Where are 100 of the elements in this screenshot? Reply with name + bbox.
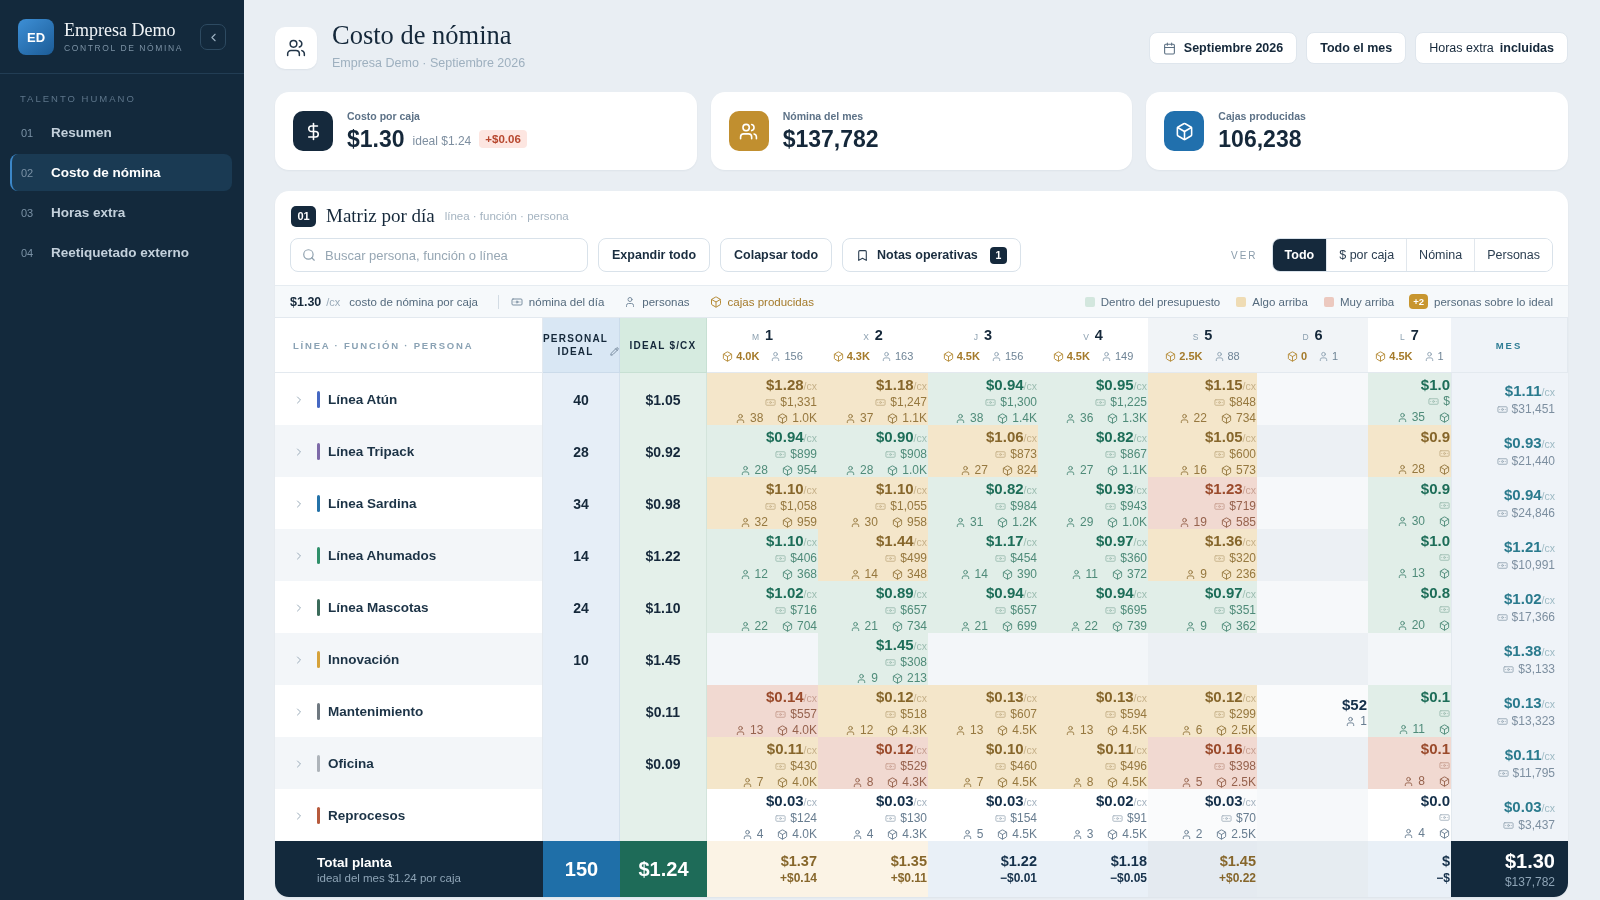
box-icon bbox=[891, 620, 903, 632]
person-icon bbox=[856, 672, 868, 684]
box-icon bbox=[1107, 516, 1119, 528]
person-icon bbox=[739, 620, 751, 632]
swatch-icon bbox=[1236, 296, 1247, 307]
banknote-icon bbox=[1439, 603, 1450, 615]
box-count: 4.5K bbox=[1122, 827, 1147, 841]
person-icon bbox=[741, 776, 753, 788]
cost-value: $0.1 bbox=[1420, 741, 1450, 757]
box-count: 1.1K bbox=[902, 411, 927, 425]
person-icon bbox=[741, 828, 753, 840]
payroll-value: $360 bbox=[1120, 551, 1147, 565]
search-field[interactable]: Buscar persona, función o línea bbox=[290, 238, 588, 272]
cost-value: $0.11/cx bbox=[1504, 746, 1555, 765]
box-icon bbox=[777, 776, 789, 788]
box-count: 1.0K bbox=[792, 411, 817, 425]
table-cell: $1.45 bbox=[620, 633, 707, 687]
cost-value: $0.03/cx bbox=[1205, 793, 1256, 810]
box-icon bbox=[1164, 111, 1205, 151]
banknote-icon bbox=[875, 396, 887, 408]
row-label: Línea Ahumados bbox=[328, 548, 437, 563]
collapse-button[interactable] bbox=[200, 24, 226, 50]
cost-value: $1.28/cx bbox=[766, 377, 817, 394]
cost-value: $0.12/cx bbox=[876, 689, 927, 706]
box-count: 954 bbox=[796, 463, 817, 477]
nav-item[interactable]: 04 Reetiquetado externo bbox=[10, 234, 232, 271]
nav-item[interactable]: 02 Costo de nómina bbox=[10, 154, 232, 191]
item-number: 01 bbox=[21, 126, 35, 139]
payroll-value: $17,366 bbox=[1511, 609, 1555, 625]
nav-item[interactable]: 01 Resumen bbox=[10, 114, 232, 151]
search-icon bbox=[302, 248, 316, 262]
users-icon bbox=[728, 111, 769, 151]
person-icon bbox=[1185, 620, 1197, 632]
payroll-value: $21,440 bbox=[1511, 453, 1555, 469]
people-count: 31 bbox=[969, 515, 984, 529]
box-count: 2.5K bbox=[1231, 827, 1256, 841]
people-count: 8 bbox=[1418, 774, 1425, 788]
box-count: 362 bbox=[1235, 619, 1256, 633]
weekday-label: M bbox=[751, 332, 759, 342]
row-label: Línea Mascotas bbox=[328, 600, 429, 615]
banknote-icon bbox=[1503, 819, 1515, 831]
box-count: 4.5K bbox=[1012, 827, 1037, 841]
cost-value: $0.13/cx bbox=[986, 689, 1037, 706]
box-icon bbox=[891, 672, 903, 684]
payroll-value: $719 bbox=[1229, 499, 1256, 513]
people-count: 4 bbox=[866, 827, 874, 841]
person-icon bbox=[849, 568, 861, 580]
people-count: 9 bbox=[871, 671, 878, 685]
legend-value: $1.30 bbox=[290, 294, 322, 309]
person-icon bbox=[959, 568, 971, 580]
cost-value: $1.15/cx bbox=[1205, 377, 1256, 394]
box-icon bbox=[887, 776, 899, 788]
box-icon bbox=[1439, 775, 1450, 787]
cost-value: $0.93/cx bbox=[1504, 434, 1555, 453]
view-tab[interactable]: Personas bbox=[1474, 239, 1552, 271]
box-count: 2.5K bbox=[1231, 723, 1256, 737]
banknote-icon bbox=[1220, 812, 1232, 824]
banknote-icon bbox=[1439, 499, 1450, 511]
people-count: 28 bbox=[859, 463, 874, 477]
cost-value: $0.97/cx bbox=[1205, 585, 1256, 602]
box-icon bbox=[1052, 350, 1064, 362]
expand-all-button[interactable]: Expandir todo bbox=[598, 238, 711, 272]
banknote-icon bbox=[1439, 811, 1450, 823]
banknote-icon bbox=[775, 448, 787, 460]
overtime-button[interactable]: Horas extra incluidas bbox=[1415, 32, 1568, 64]
box-icon bbox=[1220, 516, 1232, 528]
people-count: 156 bbox=[784, 350, 803, 362]
cost-value: $1.06/cx bbox=[986, 429, 1037, 446]
banknote-icon bbox=[875, 500, 887, 512]
range-button[interactable]: Todo el mes bbox=[1306, 32, 1407, 64]
box-count: 4.5K bbox=[1012, 723, 1037, 737]
people-count: 8 bbox=[1086, 775, 1094, 789]
box-icon bbox=[997, 724, 1009, 736]
payroll-value: $657 bbox=[1010, 603, 1037, 617]
banknote-icon bbox=[1105, 448, 1117, 460]
nav-item[interactable]: 03 Horas extra bbox=[10, 194, 232, 231]
view-tab[interactable]: Todo bbox=[1272, 239, 1327, 271]
box-count: 213 bbox=[906, 671, 927, 685]
people-count: 36 bbox=[1079, 411, 1094, 425]
box-icon bbox=[997, 412, 1009, 424]
people-count: 13 bbox=[969, 723, 984, 737]
page-title: Costo de nómina bbox=[332, 19, 513, 51]
legend-label: nómina del día bbox=[528, 295, 605, 308]
people-count: 3 bbox=[1086, 827, 1094, 841]
collapse-all-button[interactable]: Colapsar todo bbox=[720, 238, 833, 272]
person-icon bbox=[624, 295, 637, 308]
payroll-value: $600 bbox=[1229, 447, 1256, 461]
day-number: 6 bbox=[1314, 327, 1323, 343]
box-icon bbox=[832, 350, 844, 362]
period-button[interactable]: Septiembre 2026 bbox=[1148, 32, 1298, 64]
box-icon bbox=[891, 516, 903, 528]
payroll-value: $24,846 bbox=[1511, 505, 1555, 521]
payroll-value: $499 bbox=[900, 551, 927, 565]
people-count: 30 bbox=[864, 515, 878, 529]
notes-button[interactable]: Notas operativas 1 bbox=[842, 238, 1021, 272]
box-icon bbox=[1375, 350, 1387, 362]
person-icon bbox=[1396, 515, 1408, 527]
table-cell: 28 bbox=[543, 425, 620, 479]
person-icon bbox=[734, 412, 746, 424]
row-label: Innovación bbox=[328, 652, 400, 667]
